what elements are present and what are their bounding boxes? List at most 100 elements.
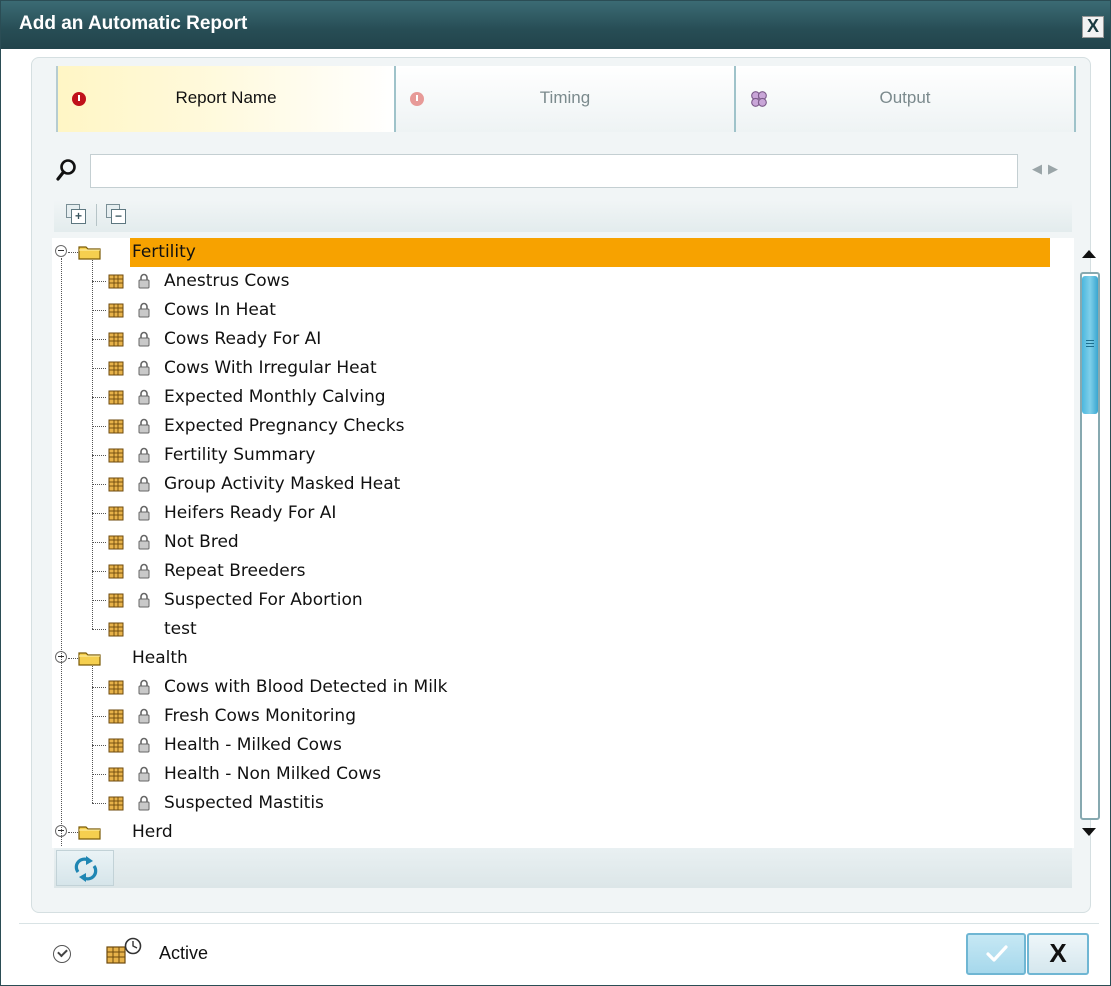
report-icon (108, 419, 124, 434)
lock-icon (138, 563, 150, 579)
lock-icon (138, 679, 150, 695)
active-checkbox[interactable] (53, 945, 71, 963)
report-label: Anestrus Cows (164, 271, 290, 291)
toolbar-divider (96, 204, 97, 226)
tree-report-item[interactable]: Health - Milked Cows (52, 731, 1042, 760)
lock-icon (138, 447, 150, 463)
title-bar: Add an Automatic Report X (1, 1, 1110, 49)
report-label: Suspected Mastitis (164, 793, 324, 813)
tree-report-item[interactable]: Cows with Blood Detected in Milk (52, 673, 1042, 702)
lock-icon (138, 505, 150, 521)
tree-folder[interactable]: Fertility (52, 238, 1050, 267)
checkmark-icon (986, 945, 1008, 962)
expand-all-icon: + (71, 209, 86, 224)
report-tree: Fertility Anestrus Cows Cows In Heat Cows R… (52, 238, 1074, 848)
tab-label: Timing (539, 88, 591, 107)
tree-report-item[interactable]: test (52, 615, 1042, 644)
tree-folder[interactable]: Health (52, 644, 1042, 673)
report-icon (108, 506, 124, 521)
report-icon (108, 622, 124, 637)
tab-label: Output (879, 88, 931, 107)
report-label: Group Activity Masked Heat (164, 474, 401, 494)
collapse-toggle-icon[interactable] (55, 245, 67, 257)
report-label: Cows With Irregular Heat (164, 358, 377, 378)
report-icon (108, 593, 124, 608)
folder-icon (78, 824, 102, 840)
tree-report-item[interactable]: Anestrus Cows (52, 267, 1042, 296)
report-icon (108, 448, 124, 463)
dialog-title: Add an Automatic Report (19, 13, 248, 34)
report-label: Cows Ready For AI (164, 329, 322, 349)
refresh-icon (74, 856, 98, 882)
tree-scrollbar[interactable] (1076, 244, 1100, 842)
ok-button[interactable] (966, 933, 1026, 975)
tree-report-item[interactable]: Expected Pregnancy Checks (52, 412, 1042, 441)
report-icon (108, 564, 124, 579)
tree-report-item[interactable]: Not Bred (52, 528, 1042, 557)
tab-label: Report Name (175, 88, 277, 107)
tab-output[interactable]: Output (736, 66, 1076, 132)
report-label: Expected Pregnancy Checks (164, 416, 405, 436)
report-icon (108, 332, 124, 347)
lock-icon (138, 389, 150, 405)
tree-report-item[interactable]: Fertility Summary (52, 441, 1042, 470)
report-label: Not Bred (164, 532, 239, 552)
tree-report-item[interactable]: Cows In Heat (52, 296, 1042, 325)
search-row: ◀ ▶ (52, 152, 1082, 190)
report-icon (108, 477, 124, 492)
report-icon (108, 535, 124, 550)
report-label: Fertility Summary (164, 445, 316, 465)
tree-report-item[interactable]: Cows Ready For AI (52, 325, 1042, 354)
report-label: Cows with Blood Detected in Milk (164, 677, 448, 697)
scheduled-report-icon (106, 937, 142, 964)
report-icon (108, 361, 124, 376)
next-result-icon[interactable]: ▶ (1048, 162, 1058, 177)
search-icon (56, 159, 76, 181)
report-label: Cows In Heat (164, 300, 276, 320)
collapse-all-button[interactable]: − (106, 204, 128, 226)
report-label: Heifers Ready For AI (164, 503, 337, 523)
scroll-down-icon[interactable] (1082, 828, 1096, 836)
tab-report-name[interactable]: Report Name (56, 66, 396, 132)
tree-report-item[interactable]: Health - Non Milked Cows (52, 760, 1042, 789)
tree-report-item[interactable]: Group Activity Masked Heat (52, 470, 1042, 499)
report-icon (108, 709, 124, 724)
lock-icon (138, 273, 150, 289)
expand-all-button[interactable]: + (66, 204, 88, 226)
folder-label: Health (132, 648, 188, 668)
close-button[interactable]: X (1082, 16, 1104, 38)
report-icon (108, 680, 124, 695)
tree-report-item[interactable]: Suspected Mastitis (52, 789, 1042, 818)
refresh-button[interactable] (56, 850, 114, 886)
lock-icon (138, 592, 150, 608)
scroll-thumb[interactable] (1082, 276, 1098, 414)
tree-report-item[interactable]: Fresh Cows Monitoring (52, 702, 1042, 731)
lock-icon (138, 534, 150, 550)
report-icon (108, 303, 124, 318)
lock-icon (138, 331, 150, 347)
report-label: test (164, 619, 197, 639)
tree-report-item[interactable]: Cows With Irregular Heat (52, 354, 1042, 383)
dialog-footer: Active X (1, 913, 1110, 985)
report-label: Fresh Cows Monitoring (164, 706, 356, 726)
lock-icon (138, 708, 150, 724)
lock-icon (138, 418, 150, 434)
main-panel: Report Name Timing Output ◀ ▶ + − Fertil… (31, 57, 1100, 913)
folder-icon (78, 244, 102, 260)
report-label: Expected Monthly Calving (164, 387, 386, 407)
scroll-up-icon[interactable] (1082, 250, 1096, 258)
report-icon (108, 738, 124, 753)
tree-report-item[interactable]: Expected Monthly Calving (52, 383, 1042, 412)
tab-timing[interactable]: Timing (396, 66, 736, 132)
tree-report-item[interactable]: Repeat Breeders (52, 557, 1042, 586)
tree-report-item[interactable]: Suspected For Abortion (52, 586, 1042, 615)
lock-icon (138, 766, 150, 782)
cancel-button[interactable]: X (1027, 933, 1089, 975)
report-icon (108, 274, 124, 289)
search-input[interactable] (90, 154, 1018, 188)
tree-report-item[interactable]: Heifers Ready For AI (52, 499, 1042, 528)
previous-result-icon[interactable]: ◀ (1032, 162, 1042, 177)
tree-folder[interactable]: Herd (52, 818, 1042, 847)
report-icon (108, 390, 124, 405)
lock-icon (138, 476, 150, 492)
